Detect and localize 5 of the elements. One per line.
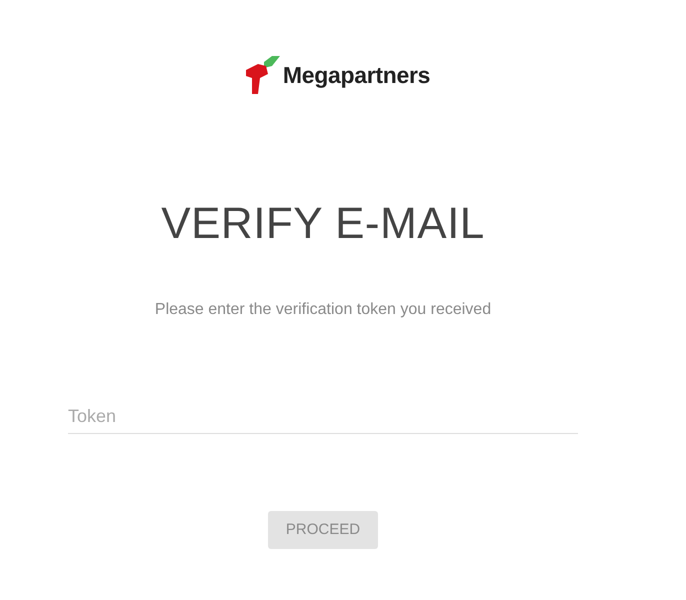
instructions-text: Please enter the verification token you received — [154, 300, 492, 320]
logo-wordmark: Megapartners — [282, 60, 430, 90]
page-heading: VERIFY E-MAIL — [161, 202, 485, 246]
token-field[interactable]: Token — [68, 400, 578, 434]
logo-icon — [246, 56, 280, 94]
